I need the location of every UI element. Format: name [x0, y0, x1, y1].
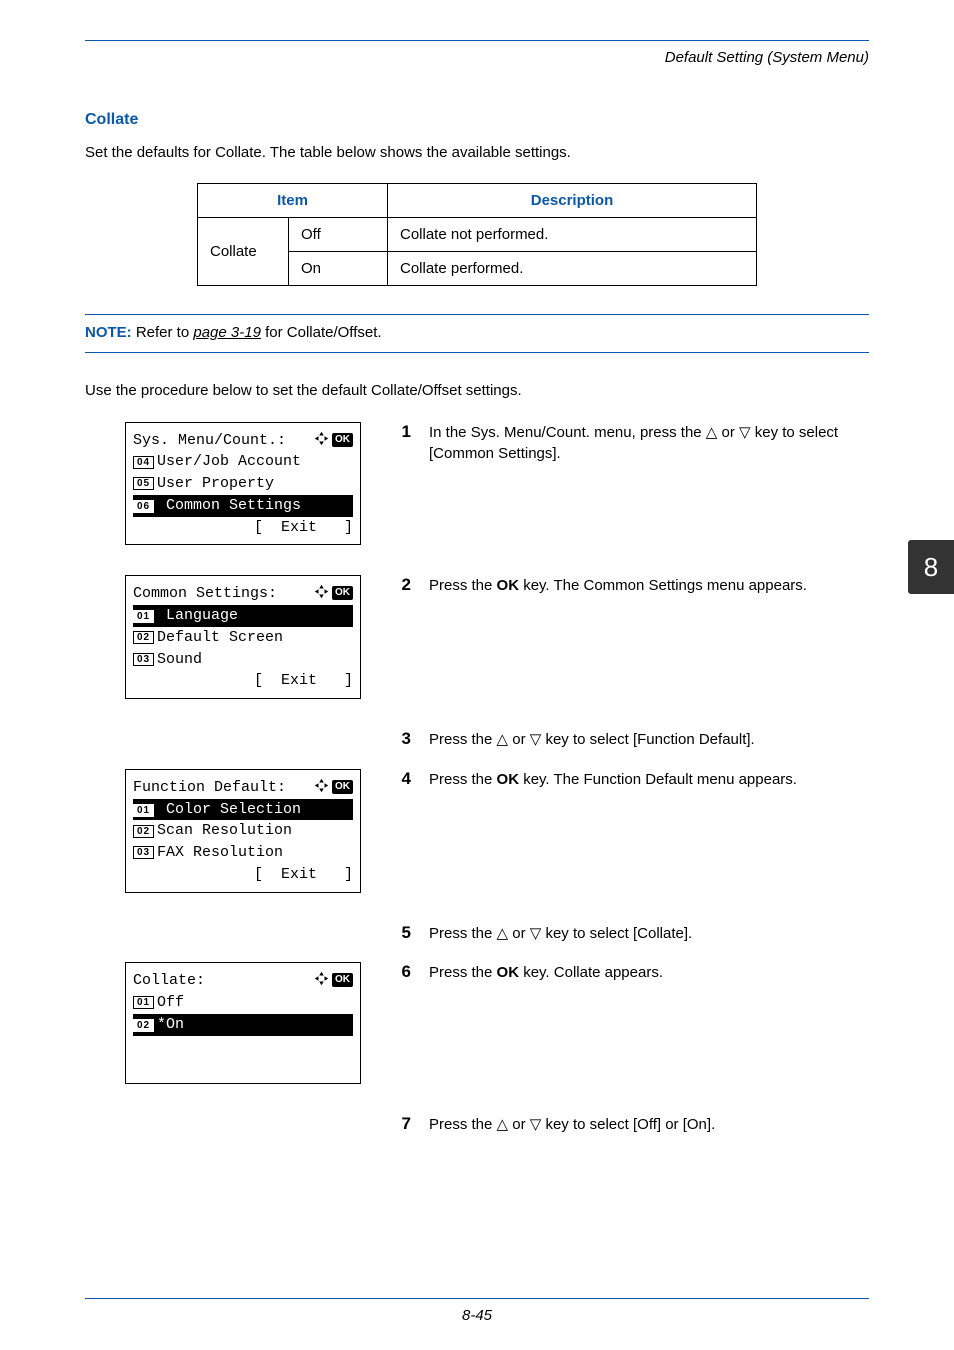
- note-text-before: Refer to: [132, 324, 194, 341]
- section-heading-collate: Collate: [85, 111, 869, 129]
- lcd-num-icon: 02: [133, 825, 154, 838]
- nav-ok-icon: OK: [314, 430, 353, 452]
- table-cell-item-value: On: [289, 252, 388, 286]
- lcd-num-icon: 03: [133, 653, 154, 666]
- step-text: Press the OK key. Collate appears.: [429, 962, 663, 984]
- lcd-item: FAX Resolution: [157, 842, 283, 864]
- lcd-item: Default Screen: [157, 627, 283, 649]
- lcd-item-selected: 06 Common Settings: [133, 495, 353, 517]
- step-text: In the Sys. Menu/Count. menu, press the …: [429, 422, 869, 466]
- step-number: 1: [393, 422, 411, 466]
- lcd-collate: Collate: OK 01 Off 02*On: [125, 962, 361, 1084]
- note-page-ref[interactable]: page 3-19: [193, 324, 261, 341]
- lcd-title: Function Default:: [133, 777, 286, 799]
- step-text: Press the △ or ▽ key to select [Off] or …: [429, 1114, 715, 1136]
- settings-table: Item Description Collate Off Collate not…: [197, 183, 757, 286]
- step-number: 3: [393, 729, 411, 751]
- chapter-tab: 8: [908, 540, 954, 594]
- step-text: Press the △ or ▽ key to select [Collate]…: [429, 923, 692, 945]
- lcd-num-icon: 01: [133, 610, 154, 623]
- step-number: 5: [393, 923, 411, 945]
- lcd-num-icon: 01: [133, 996, 154, 1009]
- step-number: 2: [393, 575, 411, 597]
- step-number: 7: [393, 1114, 411, 1136]
- table-cell-item-group: Collate: [198, 218, 289, 286]
- lcd-item: Scan Resolution: [157, 820, 292, 842]
- lcd-num-icon: 06: [133, 500, 154, 513]
- lcd-sys-menu-count: Sys. Menu/Count.: OK 04 User/Job Account…: [125, 422, 361, 546]
- lcd-num-icon: 05: [133, 477, 154, 490]
- lcd-num-icon: 02: [133, 631, 154, 644]
- lcd-num-icon: 01: [133, 804, 154, 817]
- table-row: Collate Off Collate not performed.: [198, 218, 757, 252]
- lcd-num-icon: 02: [133, 1019, 154, 1032]
- lcd-num-icon: 03: [133, 846, 154, 859]
- note-box: NOTE: Refer to page 3-19 for Collate/Off…: [85, 314, 869, 353]
- lcd-title: Collate:: [133, 970, 205, 992]
- lcd-exit: [ Exit ]: [133, 864, 353, 886]
- lcd-common-settings: Common Settings: OK 01 Language 02 Defau…: [125, 575, 361, 699]
- lcd-item: User Property: [157, 473, 274, 495]
- table-head-desc: Description: [388, 184, 757, 218]
- lcd-item-selected: 01 Color Selection: [133, 799, 353, 821]
- lcd-item: Sound: [157, 649, 202, 671]
- lcd-item-selected: 01 Language: [133, 605, 353, 627]
- nav-ok-icon: OK: [314, 583, 353, 605]
- page-number: 8-45: [462, 1307, 492, 1324]
- step-number: 6: [393, 962, 411, 984]
- procedure-intro: Use the procedure below to set the defau…: [85, 381, 869, 401]
- lcd-item: User/Job Account: [157, 451, 301, 473]
- step-number: 4: [393, 769, 411, 791]
- lcd-function-default: Function Default: OK 01 Color Selection …: [125, 769, 361, 893]
- note-label: NOTE:: [85, 324, 132, 341]
- intro-text: Set the defaults for Collate. The table …: [85, 143, 869, 163]
- step-text: Press the OK key. The Function Default m…: [429, 769, 797, 791]
- table-cell-desc: Collate not performed.: [388, 218, 757, 252]
- lcd-exit: [ Exit ]: [133, 670, 353, 692]
- lcd-num-icon: 04: [133, 456, 154, 469]
- step-text: Press the OK key. The Common Settings me…: [429, 575, 807, 597]
- lcd-title: Sys. Menu/Count.:: [133, 430, 286, 452]
- lcd-exit: [ Exit ]: [133, 517, 353, 539]
- table-cell-desc: Collate performed.: [388, 252, 757, 286]
- breadcrumb: Default Setting (System Menu): [85, 49, 869, 66]
- nav-ok-icon: OK: [314, 970, 353, 992]
- table-cell-item-value: Off: [289, 218, 388, 252]
- lcd-item: Off: [157, 992, 184, 1014]
- step-text: Press the △ or ▽ key to select [Function…: [429, 729, 755, 751]
- lcd-title: Common Settings:: [133, 583, 277, 605]
- note-text-after: for Collate/Offset.: [261, 324, 382, 341]
- nav-ok-icon: OK: [314, 777, 353, 799]
- lcd-item-selected: 02*On: [133, 1014, 353, 1036]
- table-head-item: Item: [198, 184, 388, 218]
